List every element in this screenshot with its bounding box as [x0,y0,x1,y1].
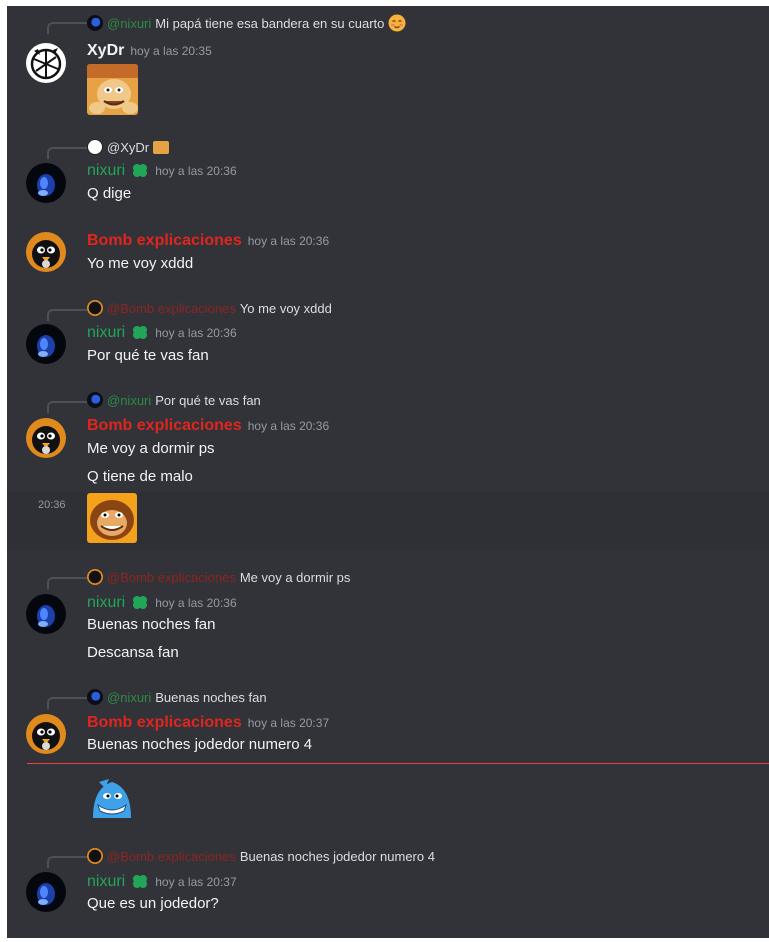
author-name[interactable]: nixuri [87,324,125,342]
message-text: Por qué te vas fan [87,347,209,364]
reply-text: Me voy a dormir ps [239,569,351,585]
reply-preview[interactable]: @nixuri Buenas noches fan [87,687,267,707]
author-name[interactable]: Bomb explicaciones [87,714,242,732]
new-messages-divider [27,763,769,764]
author-name[interactable]: nixuri [87,873,125,891]
sticker-image[interactable] [87,493,137,543]
reply-spine [47,856,87,868]
reply-preview[interactable]: @XyDr [87,137,170,157]
avatar-nixuri[interactable] [26,163,66,203]
avatar-nixuri[interactable] [26,594,66,634]
message-text: Q dige [87,185,132,202]
reply-avatar-bomb [87,300,103,316]
reply-preview[interactable]: @nixuri Por qué te vas fan [87,390,261,410]
author-name[interactable]: XyDr [87,42,124,60]
reply-avatar-bomb [87,848,103,864]
avatar-xydr[interactable] [26,43,66,83]
avatar-bomb-explicaciones[interactable] [26,232,66,272]
four-leaf-clover-icon [133,164,148,177]
reply-preview[interactable]: @nixuri Mi papá tiene esa bandera en su … [87,13,406,33]
timestamp[interactable]: hoy a las 20:35 [130,44,211,58]
reply-preview[interactable]: @Bomb explicaciones Me voy a dormir ps [87,567,350,587]
reply-avatar-xydr [87,139,103,155]
message-header: Bomb explicaciones hoy a las 20:37 [87,712,329,734]
avatar-bomb-explicaciones[interactable] [26,714,66,754]
reply-avatar-nixuri [87,689,103,705]
message-text: Que es un jodedor? [87,895,219,912]
attached-image[interactable] [87,64,138,115]
message-header: Bomb explicaciones hoy a las 20:36 [87,230,329,252]
timestamp[interactable]: hoy a las 20:37 [155,875,236,889]
reply-preview[interactable]: @Bomb explicaciones Buenas noches jodedo… [87,846,435,866]
timestamp[interactable]: hoy a las 20:36 [155,326,236,340]
message-text: Buenas noches fan [87,616,216,633]
reply-spine [47,147,87,159]
reply-preview[interactable]: @Bomb explicaciones Yo me voy xddd [87,298,332,318]
message-text: Q tiene de malo [87,468,193,485]
reply-text: Mi papá tiene esa bandera en su cuarto [155,15,385,31]
reply-mention[interactable]: @Bomb explicaciones [107,570,236,585]
reply-mention[interactable]: @XyDr [107,140,149,155]
reply-avatar-nixuri [87,15,103,31]
hover-timestamp[interactable]: 20:36 [38,499,66,511]
reply-text: Buenas noches fan [155,689,267,705]
message-header: nixuri hoy a las 20:36 [87,322,237,344]
avatar-bomb-explicaciones[interactable] [26,418,66,458]
reply-spine [47,401,87,413]
reply-text: Yo me voy xddd [239,300,332,316]
message-text: Yo me voy xddd [87,255,194,272]
timestamp[interactable]: hoy a las 20:36 [248,234,329,248]
avatar-nixuri[interactable] [26,324,66,364]
message-header: nixuri hoy a las 20:37 [87,871,237,893]
reply-spine [47,577,87,589]
message-header: nixuri hoy a las 20:36 [87,160,237,182]
reply-text: Por qué te vas fan [155,392,261,408]
timestamp[interactable]: hoy a las 20:36 [155,596,236,610]
four-leaf-clover-icon [133,875,148,888]
timestamp[interactable]: hoy a las 20:36 [248,419,329,433]
reply-text: Buenas noches jodedor numero 4 [239,848,435,864]
reply-avatar-nixuri [87,392,103,408]
reply-mention[interactable]: @nixuri [107,393,151,408]
four-leaf-clover-icon [133,596,148,609]
author-name[interactable]: Bomb explicaciones [87,232,242,250]
timestamp[interactable]: hoy a las 20:37 [248,716,329,730]
message-header: nixuri hoy a las 20:36 [87,592,237,614]
four-leaf-clover-icon [133,326,148,339]
reply-spine [47,22,87,34]
message-text: Buenas noches jodedor numero 4 [87,736,313,753]
reply-spine [47,697,87,709]
author-name[interactable]: nixuri [87,162,125,180]
message-text: Me voy a dormir ps [87,440,215,457]
blushing-face-emoji [388,14,406,32]
reply-mention[interactable]: @Bomb explicaciones [107,849,236,864]
reply-mention[interactable]: @nixuri [107,690,151,705]
message-text: Descansa fan [87,644,179,661]
reply-mention[interactable]: @Bomb explicaciones [107,301,236,316]
avatar-nixuri[interactable] [26,872,66,912]
reply-avatar-bomb [87,569,103,585]
reply-mention[interactable]: @nixuri [107,16,151,31]
image-attachment-icon [153,140,170,154]
message-header: XyDr hoy a las 20:35 [87,40,212,62]
message-header: Bomb explicaciones hoy a las 20:36 [87,415,329,437]
timestamp[interactable]: hoy a las 20:36 [155,164,236,178]
sticker-image[interactable] [87,774,137,824]
author-name[interactable]: nixuri [87,594,125,612]
author-name[interactable]: Bomb explicaciones [87,417,242,435]
chat-message-list: @nixuri Mi papá tiene esa bandera en su … [7,6,769,938]
reply-spine [47,309,87,321]
